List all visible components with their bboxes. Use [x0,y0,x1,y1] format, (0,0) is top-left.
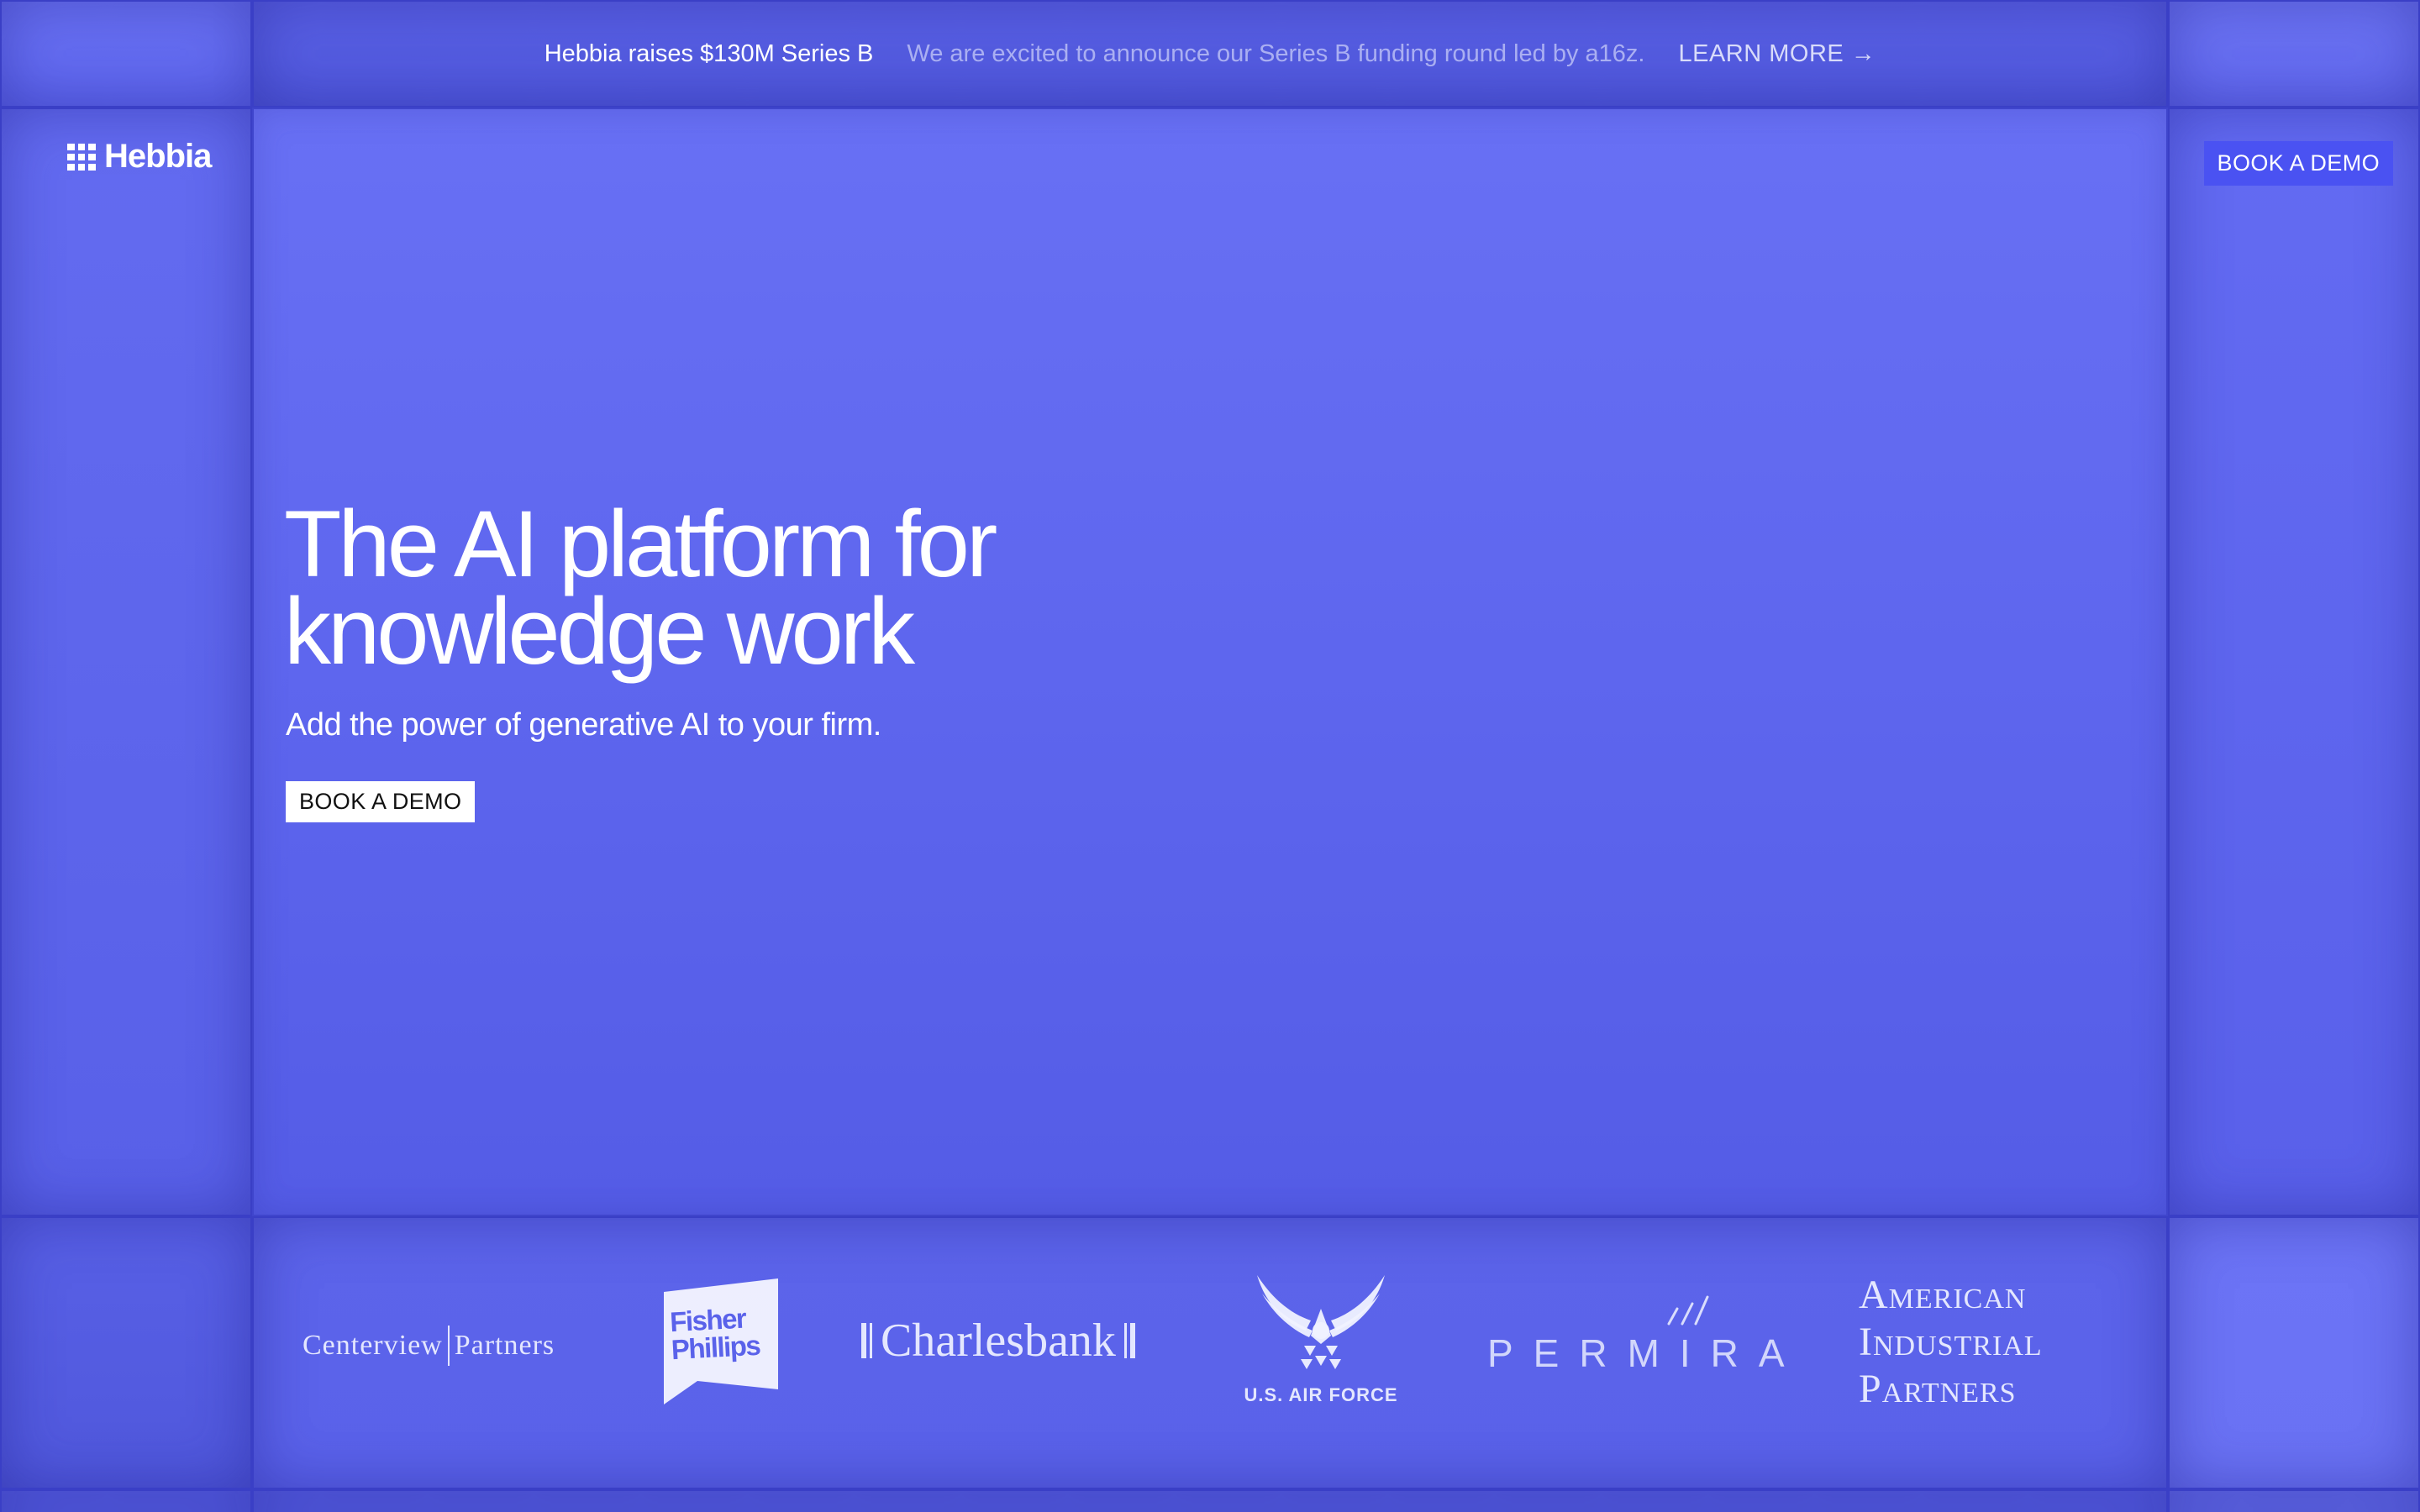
aip-line-3: Partners [1859,1367,2017,1411]
tile-left-top [0,0,252,108]
centerview-text: Centerview [302,1330,443,1361]
charlesbank-logo: Charlesbank [861,1314,1135,1368]
grid-icon [67,143,96,171]
tile-left-footer [0,1489,252,1512]
page: Hebbia raises $130M Series B We are exci… [0,0,2420,1512]
charlesbank-text: Charlesbank [881,1315,1116,1367]
tile-right-middle [2168,108,2420,1216]
hero-book-demo-button[interactable]: BOOK A DEMO [286,781,476,822]
tile-left-middle [0,108,252,1216]
tile-left-bottom [0,1216,252,1489]
learn-more-link[interactable]: LEARN MORE → [1678,40,1876,68]
hebbia-logo[interactable]: Hebbia [67,138,212,176]
charlesbank-left-bars [861,1323,872,1358]
aip-line-1: American [1859,1273,2027,1317]
announcement: Hebbia raises $130M Series B We are exci… [252,0,2168,108]
fisher-phillips-text: Fisher Phillips [669,1302,761,1366]
american-industrial-partners-logo: American Industrial Partners [1859,1272,2043,1413]
nav-book-demo-button[interactable]: BOOK A DEMO [2203,141,2393,186]
hero-subtitle: Add the power of generative AI to your f… [286,707,881,743]
aip-line-2: Industrial [1859,1320,2043,1364]
centerview-divider [447,1326,450,1366]
tile-right-top [2168,0,2420,108]
centerview-partners-text: Partners [454,1330,555,1361]
fisher-phillips-logo: Fisher Phillips [664,1278,778,1404]
us-air-force-logo: U.S. AIR FORCE [1228,1275,1413,1418]
air-force-text: U.S. AIR FORCE [1244,1384,1398,1405]
announcement-description: We are excited to announce our Series B … [907,39,1645,67]
tile-right-bottom [2168,1216,2420,1489]
charlesbank-right-bars [1123,1323,1135,1358]
tile-right-footer [2168,1489,2420,1512]
permira-logo: PERMIRA [1487,1290,1785,1383]
logo-text: Hebbia [104,138,212,175]
permira-text: PERMIRA [1487,1331,1805,1375]
announcement-headline[interactable]: Hebbia raises $130M Series B [544,40,874,68]
tile-middle-footer [252,1489,2168,1512]
permira-accent-marks [1667,1295,1709,1326]
air-force-wings-icon [1257,1275,1385,1369]
customer-logos: Centerview Partners Fisher Phillips Char… [252,1216,2168,1489]
hero-title: The AI platform for knowledge work [284,497,1460,679]
centerview-partners-logo: Centerview Partners [302,1326,555,1366]
hero-title-line-2: knowledge work [284,579,915,684]
